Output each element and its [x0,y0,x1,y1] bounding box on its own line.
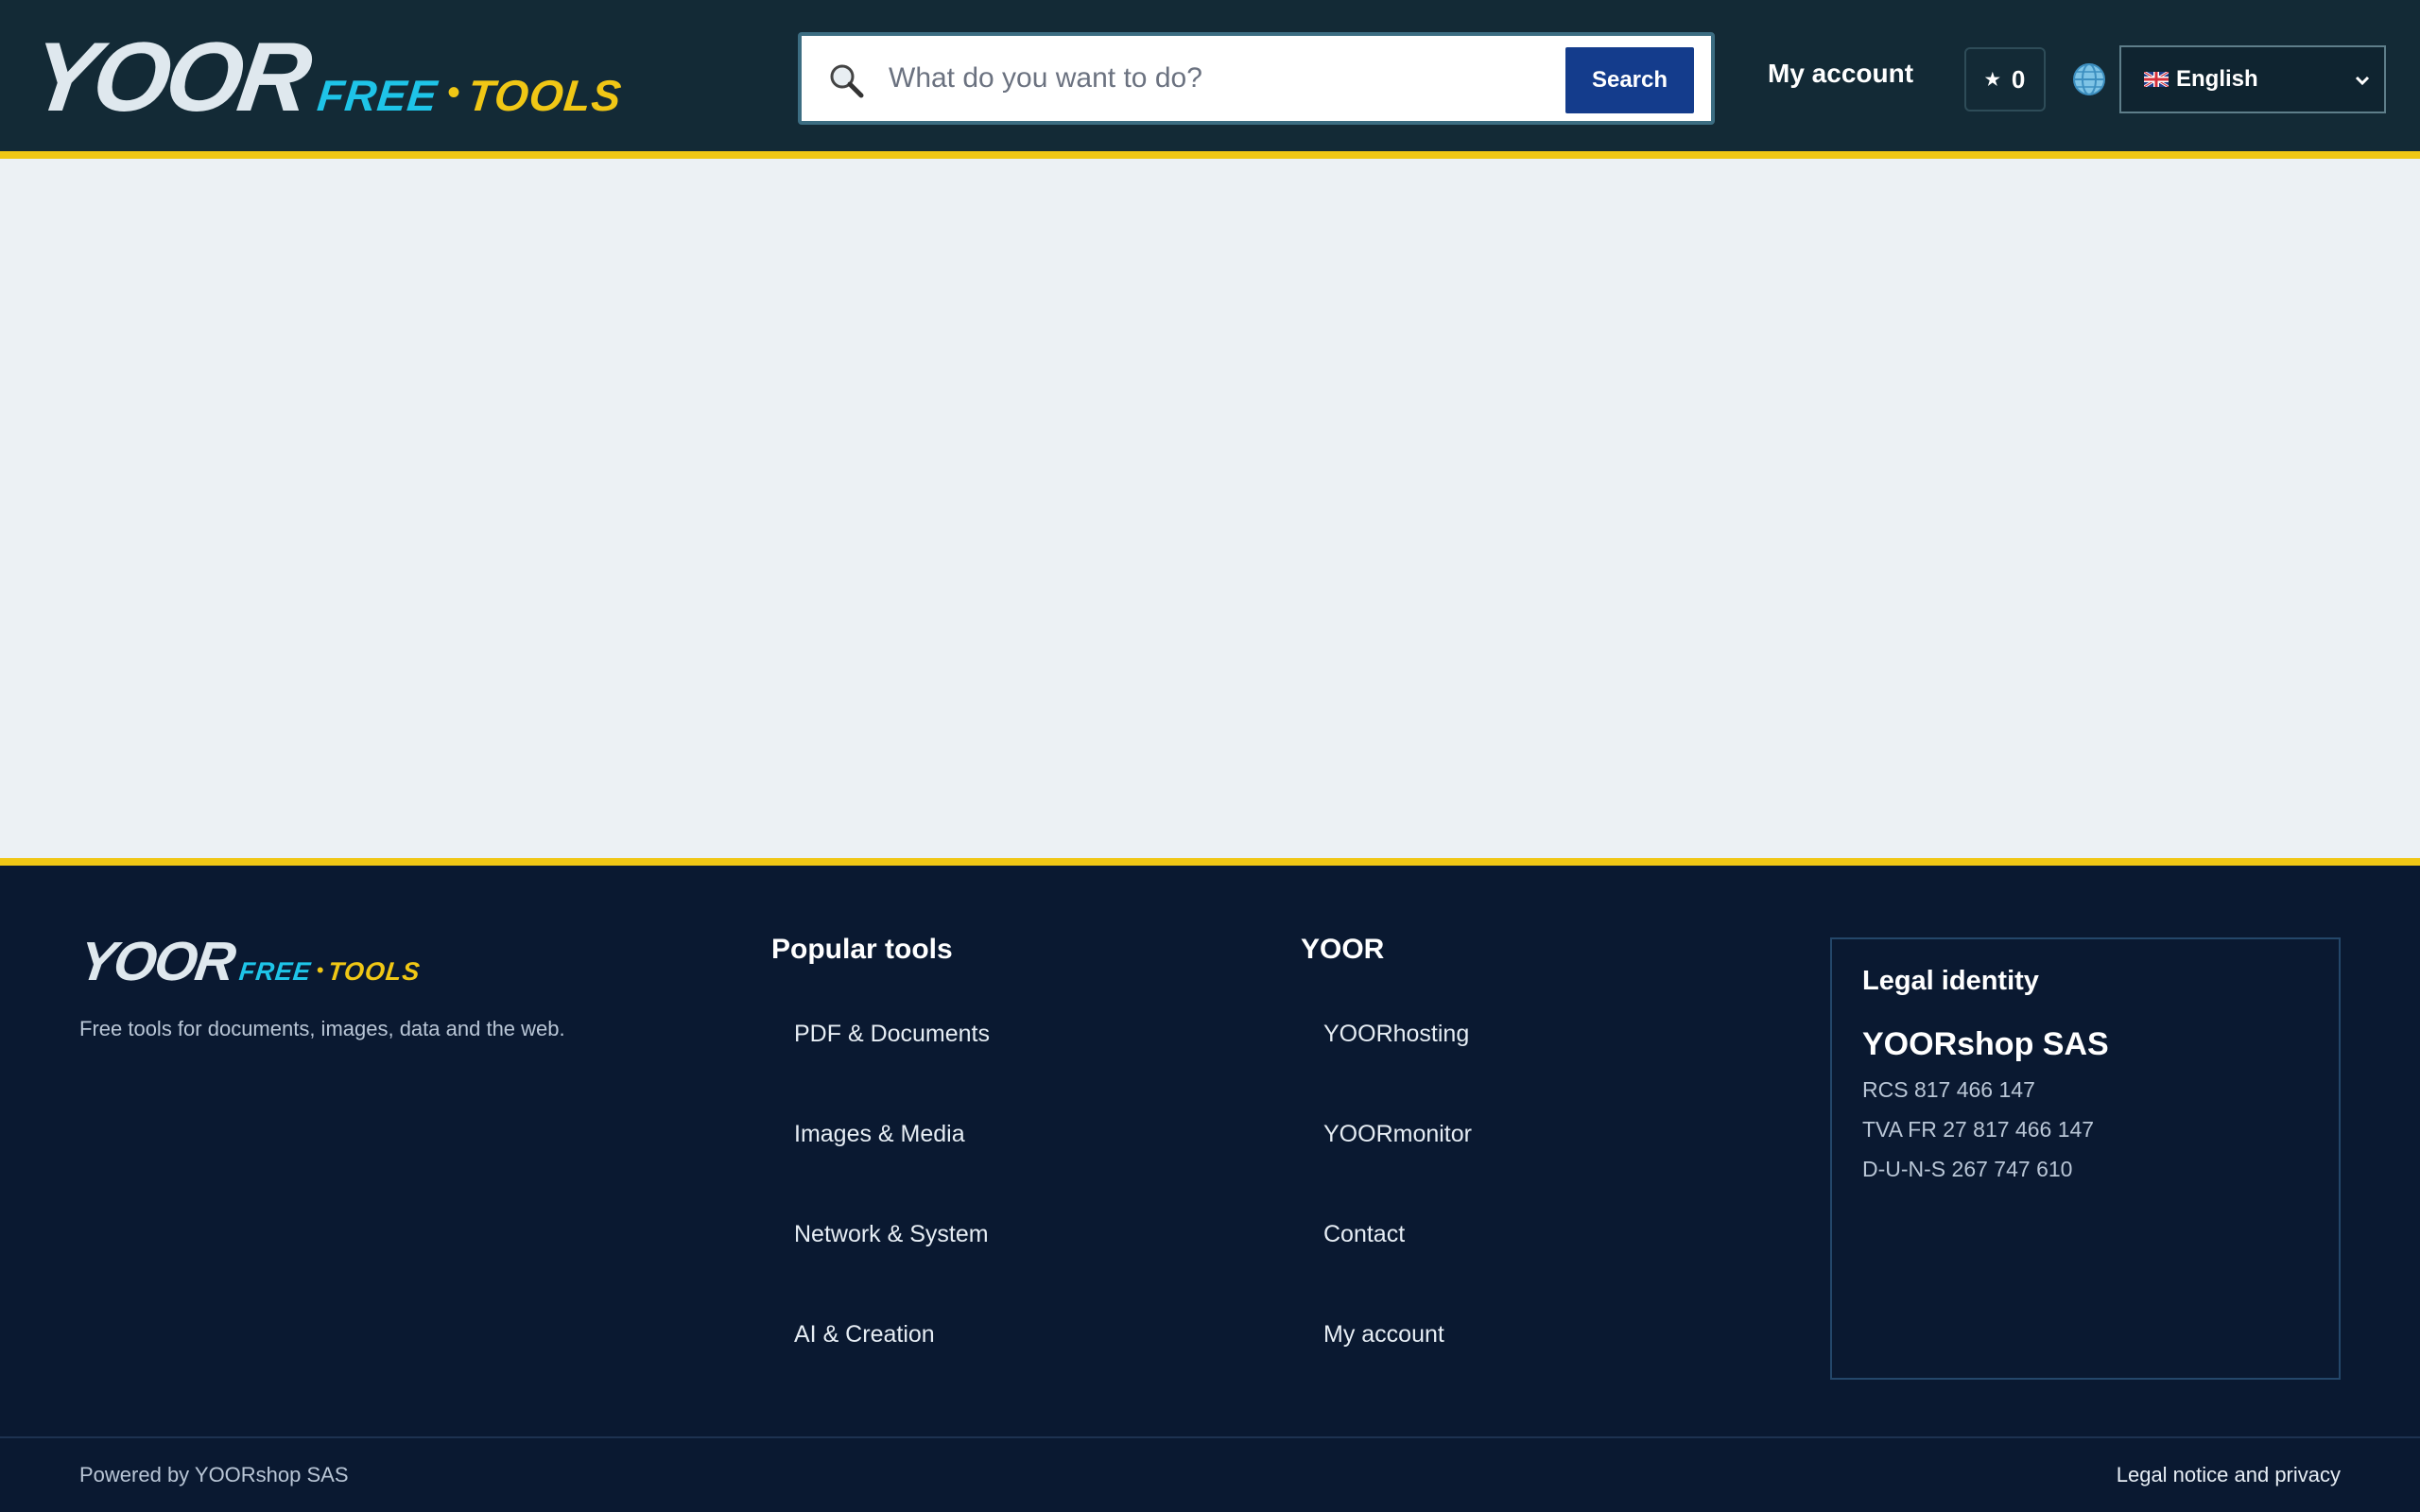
footer-logo-free-text: FREE [237,957,313,986]
footer-link-ai-creation[interactable]: AI & Creation [794,1321,935,1349]
site-header: YOOR FREE • TOOLS Search My account ★ 0 [0,0,2420,159]
legal-rcs: RCS 817 466 147 [1862,1077,2035,1102]
legal-company-name: YOORshop SAS [1862,1026,2109,1062]
popular-tools-heading: Popular tools [771,934,953,965]
star-icon: ★ [1984,69,2000,89]
favorites-count: 0 [2011,64,2026,94]
site-footer: YOOR FREE • TOOLS Free tools for documen… [0,858,2420,1512]
footer-link-yoorhosting[interactable]: YOORhosting [1323,1021,1469,1048]
logo-tools-text: TOOLS [465,71,625,120]
footer-link-my-account[interactable]: My account [1323,1321,1444,1349]
legal-identity-box: Legal identity YOORshop SAS RCS 817 466 … [1830,937,2341,1380]
main-content [0,166,2420,858]
footer-link-pdf-documents[interactable]: PDF & Documents [794,1021,990,1048]
favorites-button[interactable]: ★ 0 [1964,47,2046,112]
footer-link-network-system[interactable]: Network & System [794,1221,989,1248]
globe-icon [2073,63,2105,95]
language-select[interactable]: English [2119,45,2386,113]
chevron-down-icon [2355,76,2370,86]
language-label: English [2176,66,2258,92]
site-logo[interactable]: YOOR FREE • TOOLS [25,23,625,132]
footer-tagline: Free tools for documents, images, data a… [79,1017,565,1040]
legal-tva: TVA FR 27 817 466 147 [1862,1117,2095,1142]
search-input[interactable] [889,49,1475,108]
search-button[interactable]: Search [1565,47,1694,113]
yoor-heading: YOOR [1301,934,1385,965]
magnifier-icon [830,64,864,98]
footer-logo-tools-text: TOOLS [326,957,422,986]
logo-dot: • [446,72,460,113]
footer-logo-dot: • [316,958,324,982]
legal-identity-heading: Legal identity [1862,966,2039,996]
my-account-link[interactable]: My account [1768,59,1913,89]
logo-free-text: FREE [315,71,441,120]
footer-link-images-media[interactable]: Images & Media [794,1121,965,1148]
uk-flag-icon [2144,72,2169,87]
footer-bottom-bar: Powered by YOORshop SAS Legal notice and… [0,1436,2420,1512]
legal-notice-link[interactable]: Legal notice and privacy [2117,1463,2341,1487]
search-bar: Search [798,32,1715,125]
powered-by-text: Powered by YOORshop SAS [79,1463,349,1486]
legal-duns: D-U-N-S 267 747 610 [1862,1157,2073,1181]
footer-link-yoormonitor[interactable]: YOORmonitor [1323,1121,1472,1148]
logo-yoor-text: YOOR [24,23,315,132]
footer-link-contact[interactable]: Contact [1323,1221,1405,1248]
footer-logo-yoor-text: YOOR [75,931,238,992]
footer-logo[interactable]: YOOR FREE • TOOLS [75,931,422,992]
